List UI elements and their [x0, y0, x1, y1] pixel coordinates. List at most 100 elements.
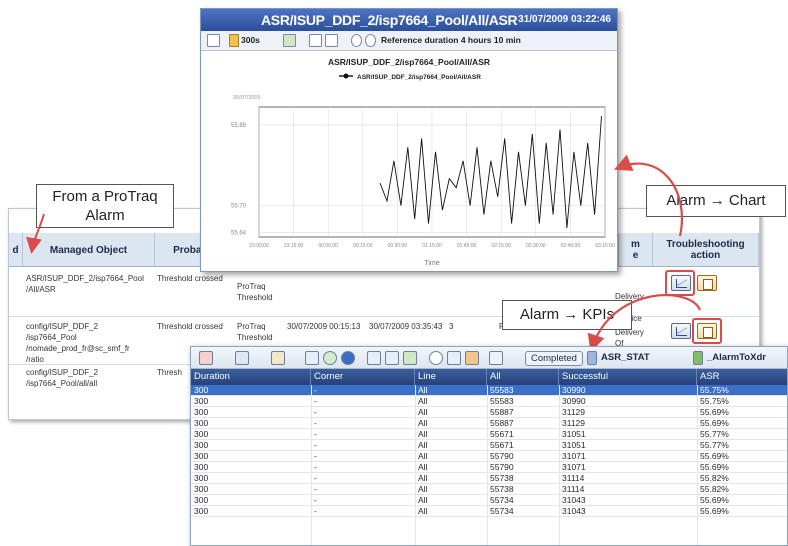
duration-cell: 300	[194, 462, 209, 472]
chart-button-highlight	[665, 270, 695, 296]
all-cell: 55583	[490, 385, 514, 395]
duration-cell: 300	[194, 451, 209, 461]
line-cell: All	[418, 440, 428, 450]
probable-cause-cell: Threshold crossed	[157, 274, 223, 283]
column-divider	[415, 385, 416, 545]
chart-date-label: 30/07/2009	[233, 95, 261, 101]
x-tick-label: 03:15:00	[595, 243, 615, 249]
successful-cell: 31114	[562, 484, 585, 494]
alarm-type-cell: ProTraq Threshold	[237, 322, 273, 342]
info-icon[interactable]	[341, 351, 355, 365]
column-header-asr[interactable]: ASR	[697, 369, 787, 385]
kpi-table-row[interactable]: 300- All 55790 31071 55.69%	[191, 462, 787, 473]
successful-cell: 31114	[562, 473, 585, 483]
column-header-line[interactable]: Line	[415, 369, 487, 385]
interval-label[interactable]: 300s	[241, 35, 260, 45]
column-header-state[interactable]: m e	[619, 233, 653, 267]
kpi-table-row[interactable]: 300- All 55734 31043 55.69%	[191, 495, 787, 506]
search-icon[interactable]	[429, 351, 443, 365]
export-icon[interactable]	[325, 34, 338, 47]
tab-asr-stat[interactable]: ASR_STAT	[601, 351, 650, 366]
column-header-duration[interactable]: Duration	[191, 369, 311, 385]
asr-cell: 55.82%	[700, 473, 729, 483]
all-cell: 55790	[490, 462, 514, 472]
kpi-button-highlight	[692, 318, 722, 344]
successful-cell: 30990	[562, 396, 586, 406]
edit-icon[interactable]	[305, 351, 319, 365]
document-icon[interactable]	[207, 34, 220, 47]
asr-line-chart: ASR/ISUP_DDF_2/isp7664_Pool/All/ASR ASR/…	[231, 57, 615, 267]
line-cell: All	[418, 418, 428, 428]
successful-cell: 31043	[562, 506, 586, 516]
column-header-managed-object[interactable]: Managed Object	[23, 233, 155, 267]
window-icon[interactable]	[235, 351, 249, 365]
kpi-table-row[interactable]: 300- All 55671 31051 55.77%	[191, 429, 787, 440]
duration-cell: 300	[194, 429, 209, 439]
line-cell: All	[418, 396, 428, 406]
kpi-table-row[interactable]: 300- All 55671 31051 55.77%	[191, 440, 787, 451]
chart-legend-label: ASR/ISUP_DDF_2/isp7664_Pool/All/ASR	[357, 74, 481, 81]
y-axis-ticks: 55.64 55.70 55.88	[231, 123, 247, 237]
refresh-icon[interactable]	[323, 351, 337, 365]
kpi-table-row[interactable]: 300- All 55887 31129 55.69%	[191, 418, 787, 429]
callout-alarm-kpis: Alarm → KPIs	[502, 300, 632, 330]
asr-cell: 55.69%	[700, 462, 729, 472]
print-icon[interactable]	[309, 34, 322, 47]
copy-icon[interactable]	[385, 351, 399, 365]
chart-action-button[interactable]	[671, 323, 691, 339]
kpi-table-row[interactable]: 300- All 55583 30990 55.75%	[191, 396, 787, 407]
callout-protraq-text: From a ProTraq Alarm	[52, 188, 158, 224]
column-header-corner[interactable]: Corner	[311, 369, 415, 385]
chart-window-datetime: 31/07/2009 03:22:46	[518, 14, 611, 25]
asr-cell: 55.77%	[700, 429, 729, 439]
column-header-all[interactable]: All	[487, 369, 559, 385]
column-header-id[interactable]: d	[9, 233, 23, 267]
tab-alarm-to-xdr[interactable]: _AlarmToXdr	[707, 351, 766, 366]
close-icon[interactable]	[199, 351, 213, 365]
x-tick-label: 23:15:00	[284, 243, 304, 249]
kpi-action-button[interactable]	[697, 275, 717, 291]
save-icon[interactable]	[367, 351, 381, 365]
column-header-troubleshooting[interactable]: Troubleshooting action	[653, 233, 759, 267]
blank-icon[interactable]	[489, 351, 503, 365]
refresh-icon[interactable]	[283, 34, 296, 47]
zoom-out-icon[interactable]	[365, 34, 376, 47]
line-cell: All	[418, 495, 428, 505]
note-icon[interactable]	[271, 351, 285, 365]
kpi-table-row[interactable]: 300- All 55790 31071 55.69%	[191, 451, 787, 462]
clock-icon[interactable]	[465, 351, 479, 365]
column-divider	[487, 385, 488, 545]
chart-title: ASR/ISUP_DDF_2/isp7664_Pool/All/ASR	[328, 57, 490, 67]
kpi-table-row[interactable]: 300- All 55738 31114 55.82%	[191, 473, 787, 484]
navigate-icon[interactable]	[447, 351, 461, 365]
asr-cell: 55.77%	[700, 440, 729, 450]
y-tick-label: 55.64	[231, 231, 247, 237]
column-header-successful[interactable]: Successful	[559, 369, 697, 385]
excel-icon[interactable]	[403, 351, 417, 365]
kpi-table-row[interactable]: 300- All 55887 31129 55.69%	[191, 407, 787, 418]
asr-cell: 55.69%	[700, 495, 729, 505]
all-cell: 55734	[490, 495, 514, 505]
duration-cell: 300	[194, 473, 209, 483]
kpi-table-row[interactable]: 300- All 55738 31114 55.82%	[191, 484, 787, 495]
alarm-row[interactable]: ASR/ISUP_DDF_2/isp7664_Pool /All/ASR Thr…	[9, 267, 759, 323]
x-tick-label: 02:15:00	[491, 243, 511, 249]
duration-cell: 300	[194, 484, 209, 494]
kpi-table-row[interactable]: 300- All 55583 30990 55.75%	[191, 385, 787, 396]
all-cell: 55887	[490, 418, 514, 428]
zoom-in-icon[interactable]	[351, 34, 362, 47]
chart-window-titlebar[interactable]: ASR/ISUP_DDF_2/isp7664_Pool/All/ASR 31/0…	[201, 9, 617, 31]
duration-cell: 300	[194, 385, 209, 395]
column-divider	[559, 385, 560, 545]
kpi-toolbar: Completed ASR_STAT _AlarmToXdr	[191, 347, 787, 369]
chart-toolbar: 300s Reference duration 4 hours 10 min	[201, 31, 617, 51]
column-divider	[697, 385, 698, 545]
x-axis-label: Time	[424, 260, 439, 267]
kpi-table-row[interactable]: 300- All 55734 31043 55.69%	[191, 506, 787, 517]
line-cell: All	[418, 385, 428, 395]
callout-alarm-kpis-text: Alarm → KPIs	[519, 306, 615, 323]
chart-window-title: ASR/ISUP_DDF_2/isp7664_Pool/All/ASR	[261, 12, 518, 28]
pencil-icon[interactable]	[229, 34, 239, 47]
all-cell: 55738	[490, 473, 514, 483]
successful-cell: 31129	[562, 407, 586, 417]
